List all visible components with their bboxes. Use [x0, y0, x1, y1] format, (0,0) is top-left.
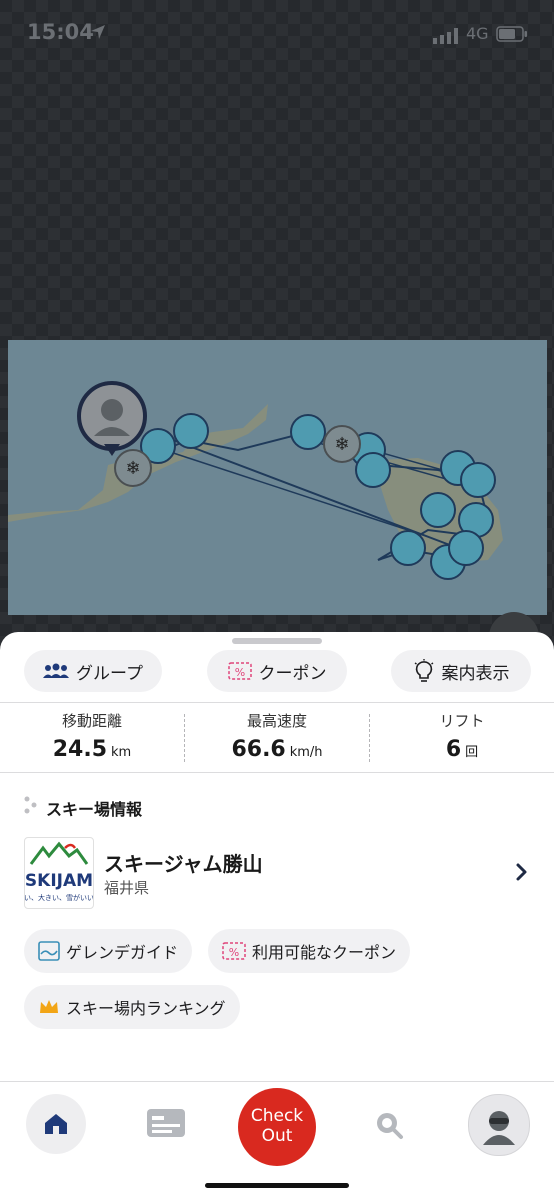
resort-name[interactable]: スキージャム勝山	[104, 848, 263, 877]
id-card-icon	[147, 1109, 185, 1137]
coupon-button[interactable]: % クーポン	[207, 650, 347, 692]
lift-value: 6	[445, 737, 462, 762]
tab-search[interactable]	[374, 1110, 404, 1144]
stat-distance: 移動距離 24.5 km	[0, 710, 184, 762]
home-indicator	[205, 1183, 349, 1188]
group-button[interactable]: グループ	[24, 650, 162, 692]
home-icon	[45, 1114, 67, 1134]
guide-label: 案内表示	[441, 663, 510, 684]
svg-text:%: %	[229, 946, 239, 959]
coupon-icon: %	[227, 662, 252, 680]
search-icon	[377, 1113, 403, 1139]
speed-unit: km/h	[289, 745, 323, 760]
map-icon	[38, 941, 60, 961]
crown-icon	[38, 997, 60, 1017]
sheet-handle[interactable]	[232, 638, 322, 644]
chevron-right-icon[interactable]	[515, 862, 529, 882]
section-title: スキー場情報	[46, 800, 143, 819]
status-bar: 15:04 4G	[0, 0, 554, 68]
tab-home[interactable]	[26, 1094, 86, 1154]
checkout-line1: Check	[250, 1106, 304, 1127]
svg-text:%: %	[234, 666, 244, 679]
divider-stats	[0, 772, 554, 773]
ranking-button[interactable]: スキー場内ランキング	[24, 985, 240, 1029]
checkout-button[interactable]: Check Out	[238, 1088, 316, 1166]
ski-track-map[interactable]: ❄ ❄	[8, 340, 547, 615]
distance-unit: km	[111, 745, 132, 760]
status-time: 15:04	[27, 20, 94, 44]
tab-card[interactable]	[146, 1108, 186, 1142]
section-dots-icon	[24, 796, 37, 814]
location-arrow-icon	[91, 25, 105, 39]
svg-text:❄: ❄	[125, 458, 140, 479]
coupon-icon: %	[222, 942, 246, 960]
lift-label: リフト	[439, 712, 485, 730]
lightbulb-icon	[413, 659, 435, 683]
stat-speed: 最高速度 66.6 km/h	[185, 710, 369, 762]
group-label: グループ	[76, 663, 143, 684]
distance-label: 移動距離	[61, 712, 122, 730]
avatar-icon	[483, 1111, 515, 1145]
speed-value: 66.6	[231, 737, 286, 762]
network-type: 4G	[466, 24, 489, 43]
gelande-label: ゲレンデガイド	[66, 943, 179, 962]
stat-lift: リフト 6回	[370, 710, 554, 762]
tab-profile[interactable]	[468, 1094, 530, 1156]
available-coupons-button[interactable]: % 利用可能なクーポン	[208, 929, 411, 973]
signal-icon	[433, 28, 458, 44]
tab-bar: Check Out	[0, 1081, 554, 1201]
lift-unit: 回	[465, 745, 479, 760]
logo-tagline: 近い、大きい、雪がいい。	[25, 893, 93, 902]
divider-top	[0, 702, 554, 703]
resort-logo: SKIJAM 近い、大きい、雪がいい。	[17, 837, 101, 909]
guide-button[interactable]: 案内表示	[391, 650, 531, 692]
checkout-line2: Out	[261, 1126, 293, 1146]
resort-prefecture: 福井県	[104, 879, 150, 897]
svg-text:❄: ❄	[334, 434, 349, 455]
ranking-label: スキー場内ランキング	[66, 999, 226, 1018]
speed-label: 最高速度	[246, 712, 307, 730]
group-icon	[43, 662, 69, 680]
distance-value: 24.5	[52, 737, 108, 762]
coupon-label: クーポン	[258, 663, 327, 684]
available-coupons-label: 利用可能なクーポン	[252, 943, 397, 962]
battery-icon	[496, 26, 527, 42]
gelande-guide-button[interactable]: ゲレンデガイド	[24, 929, 193, 973]
logo-wordmark: SKIJAM	[25, 871, 93, 891]
